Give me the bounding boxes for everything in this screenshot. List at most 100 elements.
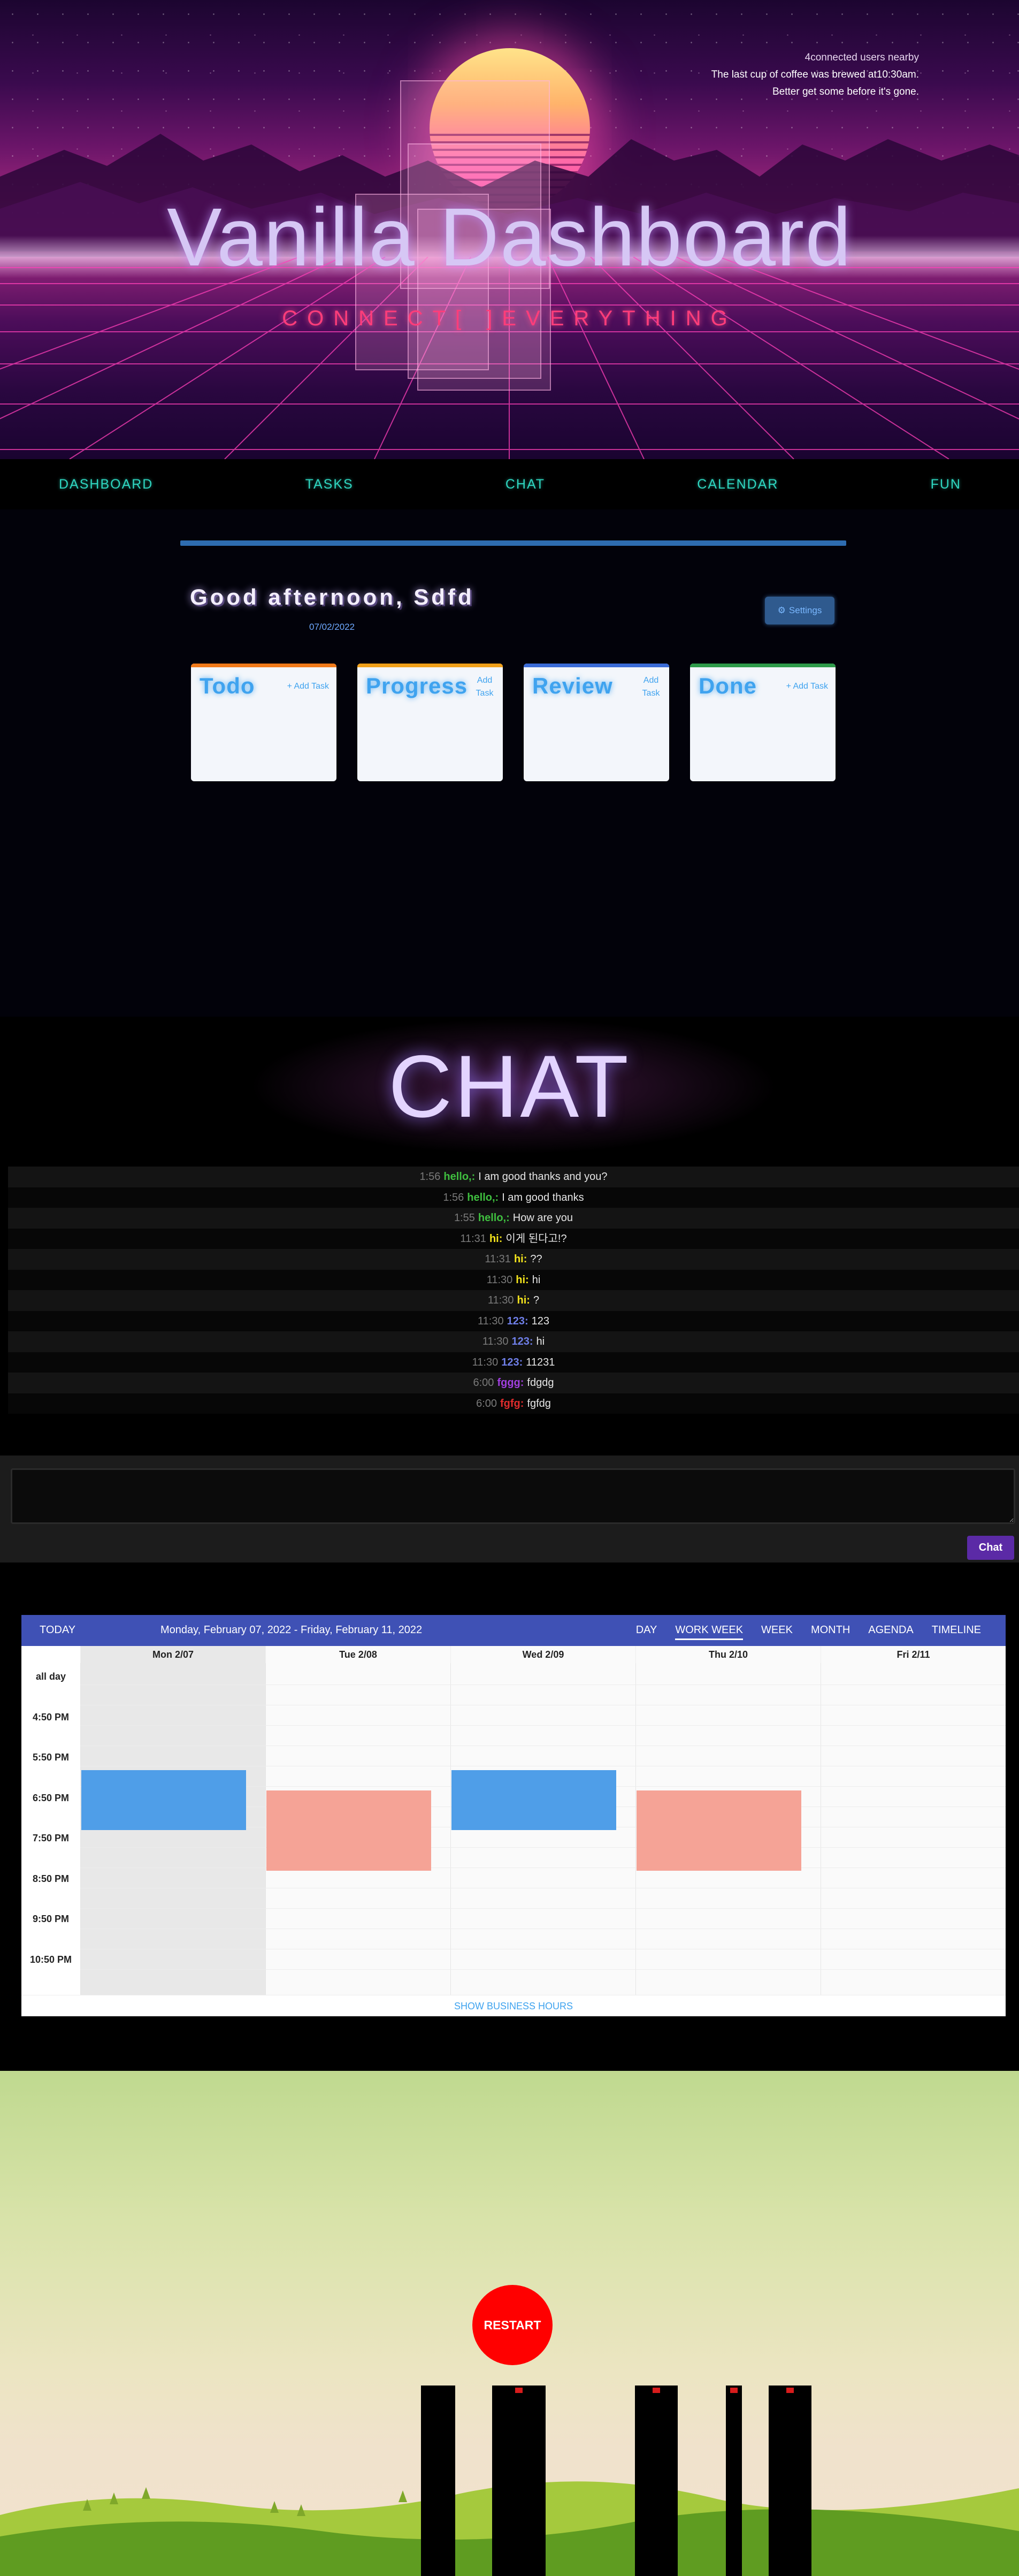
grid-line bbox=[80, 1847, 1006, 1848]
add-task-button[interactable]: + Add Task bbox=[786, 682, 828, 691]
board-review: Review Add Task bbox=[524, 664, 669, 781]
message-time: 11:30 bbox=[482, 1336, 509, 1347]
day-header: Fri 2/11 bbox=[821, 1646, 1006, 1663]
message-user: hi: bbox=[489, 1232, 503, 1245]
message-time: 11:30 bbox=[486, 1274, 513, 1286]
view-agenda[interactable]: AGENDA bbox=[868, 1624, 913, 1640]
grid-line bbox=[80, 1969, 1006, 1970]
message-time: 11:31 bbox=[460, 1232, 486, 1245]
hero-info: 4connected users nearby The last cup of … bbox=[711, 49, 919, 101]
message-user: hi: bbox=[517, 1294, 530, 1306]
chat-message: 11:30 123: hi bbox=[8, 1331, 1019, 1352]
pillar-cap bbox=[786, 2388, 794, 2393]
board-title: Review bbox=[532, 673, 613, 698]
time-label: 7:50 PM bbox=[32, 1833, 70, 1843]
nav-fun[interactable]: FUN bbox=[931, 477, 961, 492]
view-day[interactable]: DAY bbox=[636, 1624, 657, 1640]
time-label: 9:50 PM bbox=[32, 1914, 70, 1924]
message-text: fgfdg bbox=[527, 1397, 551, 1409]
chat-input[interactable] bbox=[11, 1468, 1015, 1524]
calendar-event[interactable] bbox=[81, 1770, 246, 1830]
message-user: hello,: bbox=[478, 1212, 510, 1224]
view-work-week[interactable]: WORK WEEK bbox=[675, 1624, 744, 1640]
today-button[interactable]: TODAY bbox=[40, 1624, 75, 1636]
calendar-toolbar: TODAY Monday, February 07, 2022 - Friday… bbox=[21, 1615, 1006, 1646]
coffee-note-text: Better get some before it's gone. bbox=[772, 86, 919, 97]
chat-message: 11:30 hi:? bbox=[8, 1290, 1019, 1311]
message-time: 11:31 bbox=[485, 1253, 511, 1265]
board-todo: Todo + Add Task bbox=[191, 664, 336, 781]
calendar-event[interactable] bbox=[451, 1770, 616, 1830]
message-time: 1:56 bbox=[443, 1191, 464, 1203]
show-business-hours-button[interactable]: SHOW BUSINESS HOURS bbox=[21, 1995, 1006, 2016]
message-text: fdgdg bbox=[527, 1377, 554, 1389]
chat-title: CHAT bbox=[388, 1037, 631, 1135]
message-time: 11:30 bbox=[472, 1356, 499, 1368]
message-user: 123: bbox=[511, 1336, 533, 1347]
settings-label: Settings bbox=[788, 605, 822, 615]
calendar-event[interactable] bbox=[266, 1790, 431, 1871]
nav-calendar[interactable]: CALENDAR bbox=[697, 477, 778, 492]
message-user: hi: bbox=[516, 1274, 529, 1286]
day-header: Tue 2/08 bbox=[265, 1646, 450, 1663]
message-user: hi: bbox=[514, 1253, 527, 1265]
nav-tasks[interactable]: TASKS bbox=[305, 477, 354, 492]
board-title: Done bbox=[699, 673, 757, 698]
settings-button[interactable]: ⚙ Settings bbox=[765, 597, 834, 624]
day-column-fri[interactable] bbox=[821, 1646, 1006, 1995]
view-month[interactable]: MONTH bbox=[811, 1624, 850, 1640]
message-text: 11231 bbox=[526, 1356, 555, 1368]
board-title: Todo bbox=[200, 673, 255, 698]
time-label: 8:50 PM bbox=[32, 1873, 70, 1884]
add-task-button[interactable]: Add Task bbox=[640, 674, 662, 700]
time-label: all day bbox=[35, 1671, 66, 1682]
chat-send-button[interactable]: Chat bbox=[967, 1536, 1014, 1560]
message-time: 1:55 bbox=[454, 1212, 475, 1224]
progress-bar bbox=[180, 540, 846, 546]
message-text: 123 bbox=[531, 1315, 549, 1327]
chat-message: 11:31 hi: 이게 된다고!? bbox=[8, 1228, 1019, 1249]
calendar: TODAY Monday, February 07, 2022 - Friday… bbox=[21, 1615, 1006, 2016]
nav-dashboard[interactable]: DASHBOARD bbox=[59, 477, 153, 492]
time-label: 10:50 PM bbox=[29, 1954, 72, 1965]
view-timeline[interactable]: TIMELINE bbox=[932, 1624, 981, 1640]
message-text: How are you bbox=[512, 1212, 573, 1224]
message-time: 11:30 bbox=[487, 1294, 514, 1306]
day-header: Mon 2/07 bbox=[80, 1646, 265, 1663]
hero-banner: Vanilla Dashboard CONNECT[ ]EVERYTHING 4… bbox=[0, 0, 1019, 459]
time-labels: all day 4:50 PM 5:50 PM 6:50 PM 7:50 PM … bbox=[21, 1666, 80, 1989]
message-user: 123: bbox=[501, 1356, 523, 1368]
day-header: Thu 2/10 bbox=[635, 1646, 821, 1663]
nav-chat[interactable]: CHAT bbox=[505, 477, 545, 492]
message-text: hi bbox=[532, 1274, 541, 1286]
chat-message: 11:30 123: 123 bbox=[8, 1310, 1019, 1331]
chat-message: 11:30 123: 11231 bbox=[8, 1352, 1019, 1373]
board-done: Done + Add Task bbox=[690, 664, 836, 781]
message-text: hi bbox=[536, 1336, 545, 1347]
message-text: I am good thanks bbox=[502, 1191, 584, 1203]
pillar-cap bbox=[730, 2388, 738, 2393]
restart-button[interactable]: RESTART bbox=[472, 2285, 553, 2365]
message-user: fgfg: bbox=[500, 1397, 524, 1409]
view-switcher: DAY WORK WEEK WEEK MONTH AGENDA TIMELINE bbox=[636, 1624, 981, 1640]
add-task-button[interactable]: + Add Task bbox=[287, 682, 329, 691]
board-topline bbox=[191, 664, 336, 667]
pillar-cap bbox=[515, 2388, 523, 2393]
chat-message: 11:31 hi:?? bbox=[8, 1249, 1019, 1270]
time-label: 4:50 PM bbox=[32, 1711, 70, 1723]
chat-message: 6:00 fgfg: fgfdg bbox=[8, 1393, 1019, 1414]
add-task-button[interactable]: Add Task bbox=[474, 674, 495, 700]
message-user: hello,: bbox=[467, 1191, 499, 1203]
view-week[interactable]: WEEK bbox=[761, 1624, 793, 1640]
calendar-event[interactable] bbox=[637, 1790, 801, 1871]
grid-line bbox=[80, 1908, 1006, 1909]
message-time: 11:30 bbox=[478, 1315, 504, 1327]
message-time: 6:00 bbox=[473, 1377, 494, 1389]
chat-messages: 1:56 hello,: I am good thanks and you? 1:56… bbox=[8, 1167, 1019, 1414]
message-time: 1:56 bbox=[419, 1171, 441, 1183]
coffee-text: The last cup of coffee was brewed at10:3… bbox=[711, 69, 919, 80]
date-range[interactable]: Monday, February 07, 2022 - Friday, Febr… bbox=[160, 1624, 422, 1636]
day-headers: Mon 2/07 Tue 2/08 Wed 2/09 Thu 2/10 Fri … bbox=[80, 1646, 1006, 1663]
hero-title: Vanilla Dashboard bbox=[166, 191, 853, 283]
pillar-cap bbox=[653, 2388, 660, 2393]
